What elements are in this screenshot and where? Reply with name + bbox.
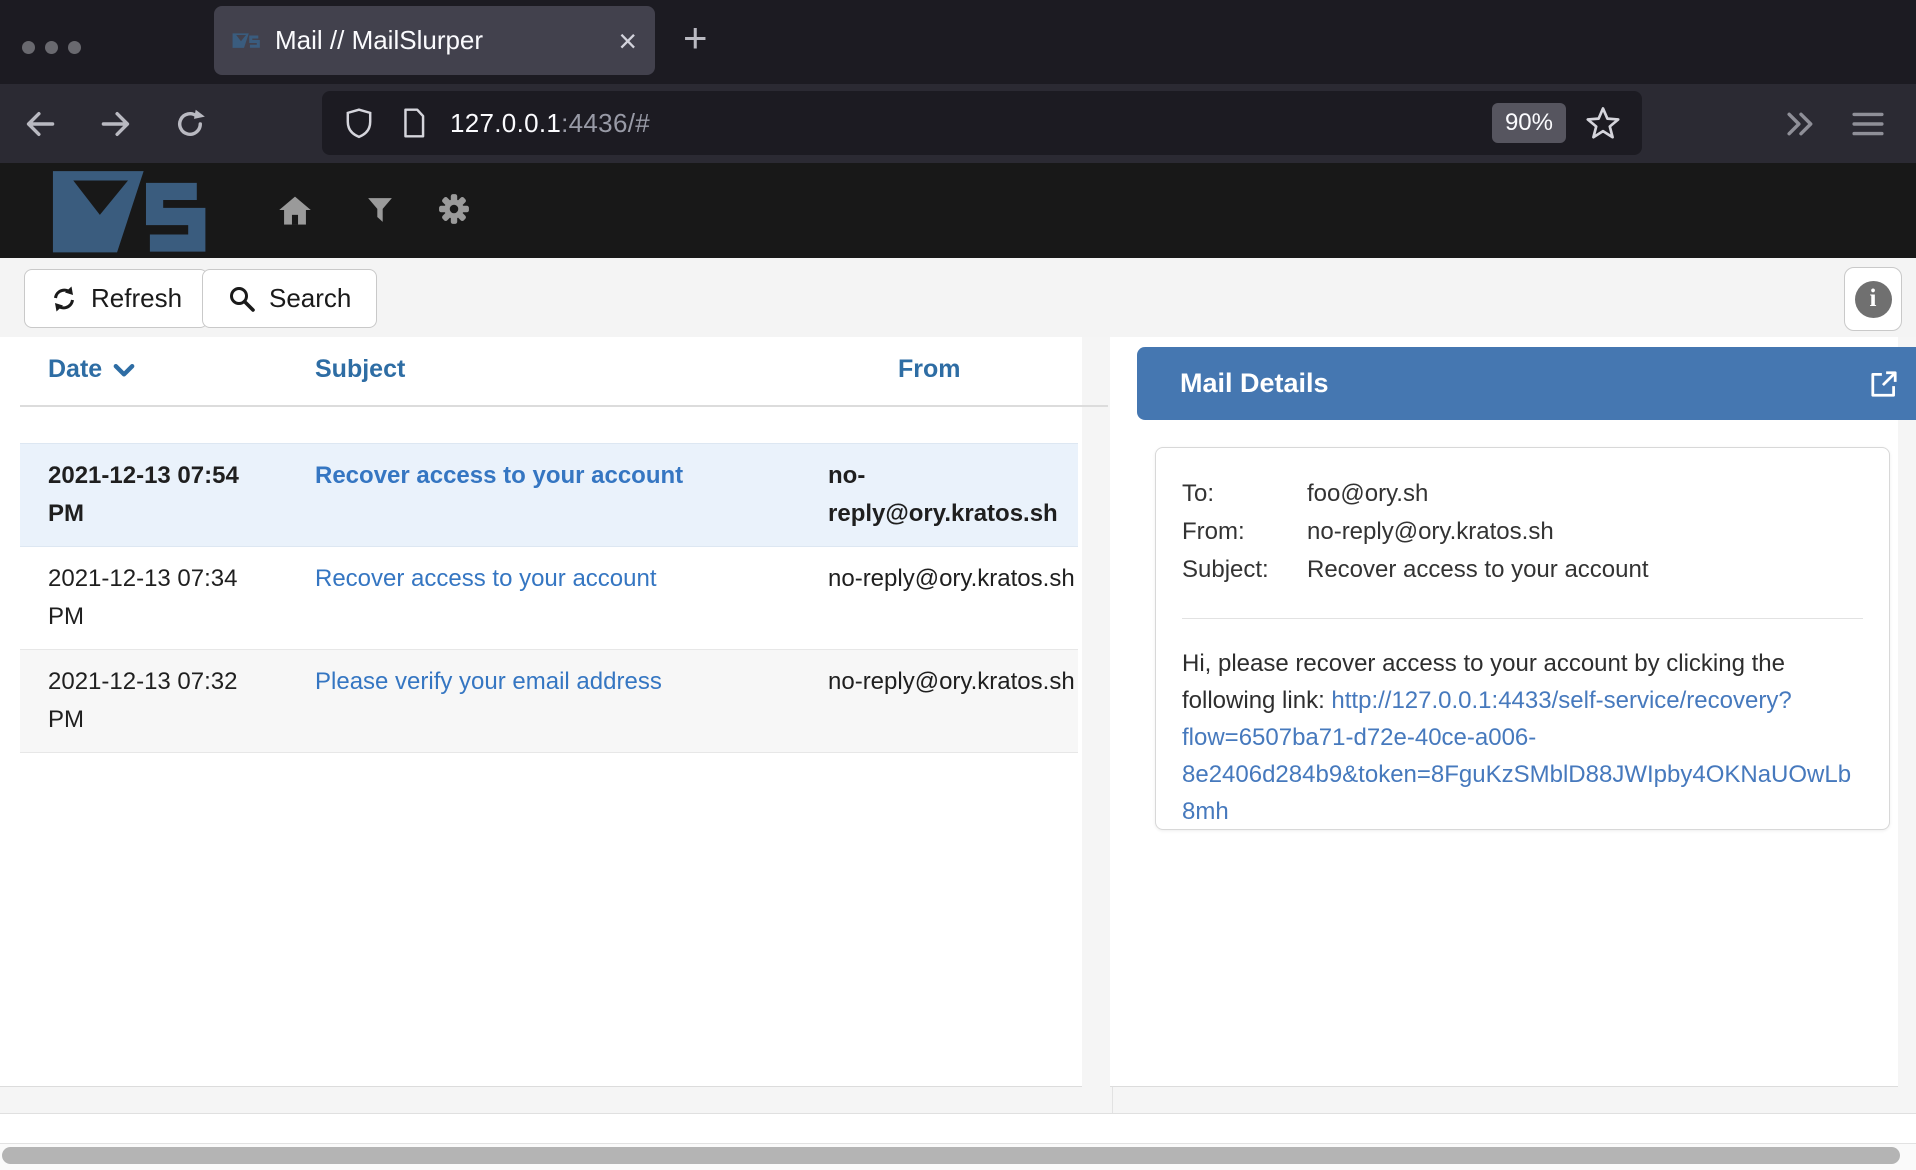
mail-from: no-reply@ory.kratos.sh [828,457,1078,533]
table-row[interactable]: 2021-12-13 07:34 PM Recover access to yo… [20,547,1078,650]
detail-from-row: From: no-reply@ory.kratos.sh [1182,513,1863,551]
mail-list-header: Date Subject From [20,337,1082,384]
shield-icon[interactable] [344,107,374,139]
to-value: foo@ory.sh [1307,475,1428,513]
horizontal-scrollbar[interactable] [0,1143,1916,1170]
pane-gap-divider [1112,1087,1113,1113]
detail-to-row: To: foo@ory.sh [1182,475,1863,513]
forward-icon[interactable] [100,108,132,140]
search-icon [228,285,256,313]
mail-from: no-reply@ory.kratos.sh [828,663,1078,739]
open-external-icon[interactable] [1868,368,1900,400]
mailslurper-header [0,163,1916,258]
mail-subject-link[interactable]: Recover access to your account [315,565,657,592]
overflow-chevrons-icon[interactable] [1784,110,1818,138]
info-icon: i [1855,281,1892,318]
mail-details-card: To: foo@ory.sh From: no-reply@ory.kratos… [1155,447,1890,830]
new-tab-button[interactable]: + [683,14,708,62]
browser-nav-bar: 127.0.0.1:4436/# 90% [0,84,1916,163]
mail-details-header: Mail Details [1137,347,1916,420]
mail-date: 2021-12-13 07:54 PM [48,457,315,533]
url-path: :4436/# [561,108,650,138]
menu-hamburger-icon[interactable] [1852,111,1884,137]
card-divider [1182,618,1863,619]
mail-subject-link[interactable]: Recover access to your account [315,462,683,489]
url-host: 127.0.0.1 [450,108,561,138]
refresh-icon [50,285,78,313]
home-icon[interactable] [278,194,312,226]
from-label: From: [1182,513,1307,551]
subject-label: Subject: [1182,551,1307,589]
mail-details-title: Mail Details [1180,368,1329,399]
url-text[interactable]: 127.0.0.1:4436/# [450,108,650,139]
bookmark-star-icon[interactable] [1586,106,1620,140]
url-bar[interactable]: 127.0.0.1:4436/# 90% [322,91,1642,155]
tab-close-icon[interactable]: × [618,25,637,57]
subject-value: Recover access to your account [1307,551,1649,589]
tab-title: Mail // MailSlurper [275,25,483,56]
favicon-mailslurper-icon [232,31,260,50]
info-button[interactable]: i [1844,267,1902,331]
mail-date: 2021-12-13 07:32 PM [48,663,315,739]
mailslurper-window: Mail // MailSlurper × + 127.0.0.1:4436/#… [0,0,1916,1170]
scrollbar-thumb[interactable] [2,1147,1900,1164]
to-label: To: [1182,475,1307,513]
settings-gear-icon[interactable] [438,193,470,225]
column-header-subject[interactable]: Subject [315,355,828,384]
browser-tab-bar: Mail // MailSlurper × + [0,0,1916,84]
column-header-from[interactable]: From [828,355,1082,384]
sort-chevron-down-icon [112,360,136,380]
search-button[interactable]: Search [202,269,377,328]
table-row[interactable]: 2021-12-13 07:54 PM Recover access to yo… [20,443,1078,547]
back-icon[interactable] [24,108,56,140]
mail-rows: 2021-12-13 07:54 PM Recover access to yo… [20,443,1078,753]
browser-tab[interactable]: Mail // MailSlurper × [214,6,655,75]
mail-subject-link[interactable]: Please verify your email address [315,668,662,695]
app-toolbar: Refresh Search i [0,258,1916,337]
mail-from: no-reply@ory.kratos.sh [828,560,1078,636]
refresh-label: Refresh [91,283,182,314]
refresh-button[interactable]: Refresh [24,269,208,328]
mailslurper-logo [30,168,226,254]
reload-icon[interactable] [174,108,206,140]
bottom-strip [0,1113,1916,1143]
search-label: Search [269,283,351,314]
page-info-icon[interactable] [400,107,428,139]
mail-body: Hi, please recover access to your accoun… [1182,645,1863,830]
from-value: no-reply@ory.kratos.sh [1307,513,1554,551]
mail-date: 2021-12-13 07:34 PM [48,560,315,636]
date-header-label: Date [48,355,102,384]
header-divider [20,405,1108,407]
window-controls[interactable] [22,41,81,54]
filter-icon[interactable] [366,196,394,224]
zoom-level-badge[interactable]: 90% [1492,103,1566,143]
detail-subject-row: Subject: Recover access to your account [1182,551,1863,589]
column-header-date[interactable]: Date [48,355,315,384]
table-row[interactable]: 2021-12-13 07:32 PM Please verify your e… [20,650,1078,753]
